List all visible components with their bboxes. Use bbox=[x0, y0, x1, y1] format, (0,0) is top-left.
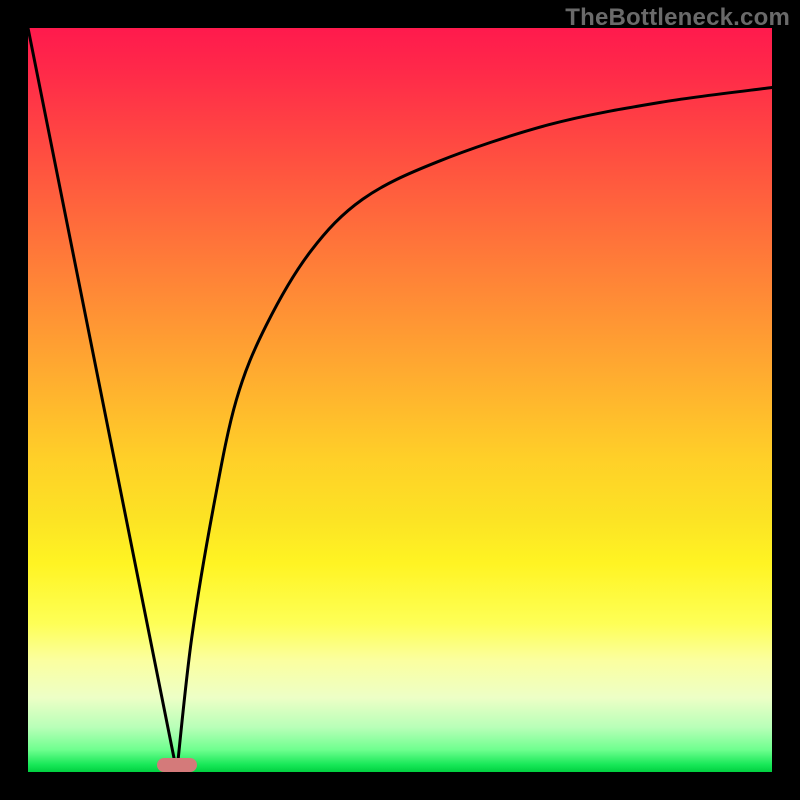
watermark-text: TheBottleneck.com bbox=[565, 4, 790, 32]
right-curve bbox=[177, 88, 772, 772]
left-curve bbox=[28, 28, 177, 772]
bottleneck-marker bbox=[157, 758, 197, 772]
curve-layer bbox=[28, 28, 772, 772]
chart-frame: TheBottleneck.com bbox=[0, 0, 800, 800]
plot-area bbox=[28, 28, 772, 772]
